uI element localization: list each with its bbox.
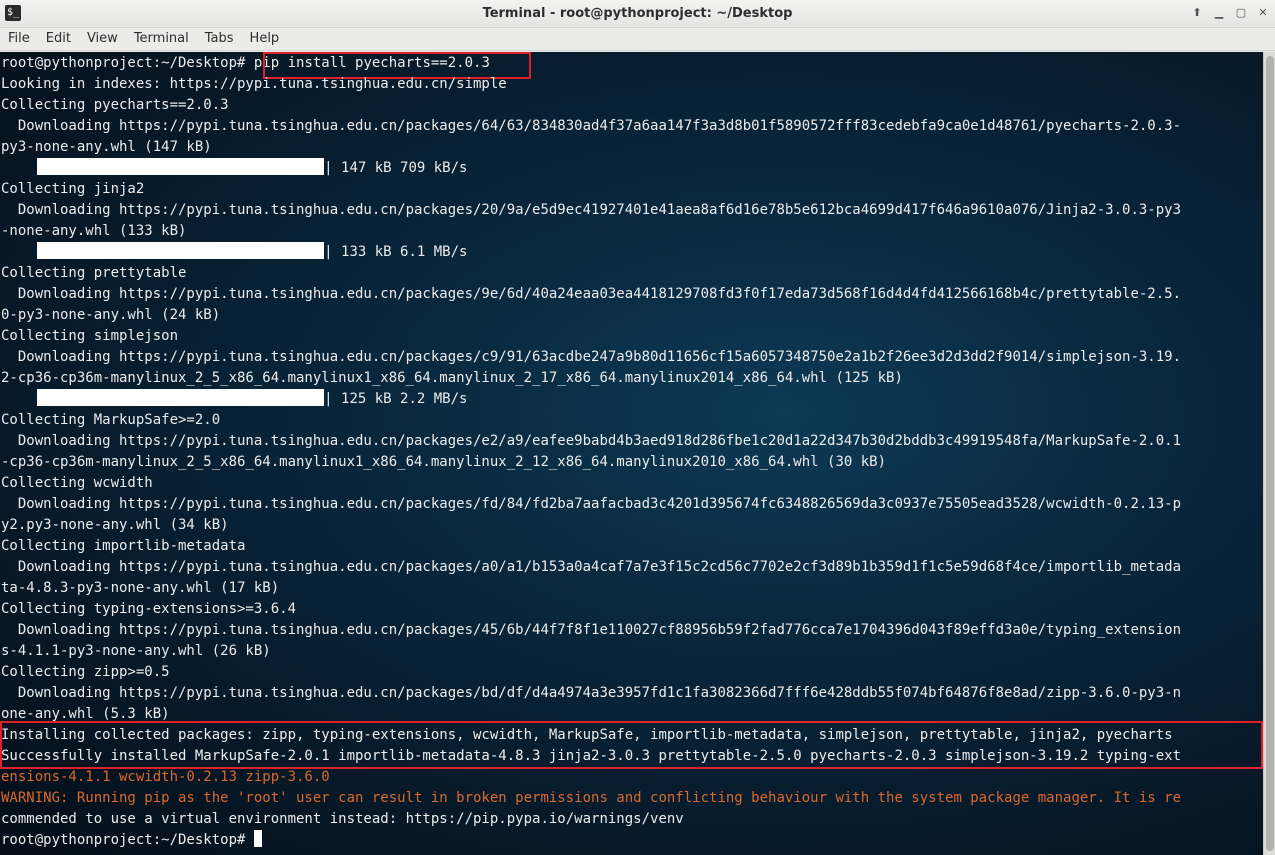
output-line: Collecting simplejson bbox=[1, 328, 179, 344]
shell-prompt: root@pythonproject:~/Desktop# bbox=[1, 832, 246, 848]
output-line: Downloading https://pypi.tuna.tsinghua.e… bbox=[1, 685, 1182, 701]
terminal-output-area[interactable]: root@pythonproject:~/Desktop# pip instal… bbox=[0, 52, 1263, 855]
output-line: Downloading https://pypi.tuna.tsinghua.e… bbox=[1, 559, 1182, 575]
output-line: Downloading https://pypi.tuna.tsinghua.e… bbox=[1, 433, 1182, 449]
progress-bar bbox=[37, 389, 325, 406]
output-line: -none-any.whl (133 kB) bbox=[1, 223, 187, 239]
progress-bar bbox=[37, 242, 325, 259]
scrollbar-thumb[interactable] bbox=[1266, 56, 1274, 851]
menu-tabs[interactable]: Tabs bbox=[197, 28, 242, 50]
output-line: Collecting pyecharts==2.0.3 bbox=[1, 97, 229, 113]
final-prompt-line: root@pythonproject:~/Desktop# bbox=[1, 830, 262, 851]
output-line: -cp36-cp36m-manylinux_2_5_x86_64.manylin… bbox=[1, 454, 887, 470]
warning-line: ensions-4.1.1 wcwidth-0.2.13 zipp-3.6.0 bbox=[1, 769, 330, 785]
window-title: Terminal - root@pythonproject: ~/Desktop bbox=[482, 6, 793, 21]
menu-bar: File Edit View Terminal Tabs Help bbox=[0, 28, 1275, 51]
output-line: Downloading https://pypi.tuna.tsinghua.e… bbox=[1, 622, 1182, 638]
success-highlight-box bbox=[0, 721, 1263, 769]
output-line: Collecting typing-extensions>=3.6.4 bbox=[1, 601, 297, 617]
text-cursor bbox=[253, 830, 262, 847]
progress-bar bbox=[37, 158, 325, 175]
output-line: Downloading https://pypi.tuna.tsinghua.e… bbox=[1, 349, 1182, 365]
menu-edit[interactable]: Edit bbox=[38, 28, 79, 50]
output-line: s-4.1.1-py3-none-any.whl (26 kB) bbox=[1, 643, 271, 659]
progress-text: | 147 kB 709 kB/s bbox=[324, 160, 468, 176]
output-line: Looking in indexes: https://pypi.tuna.ts… bbox=[1, 76, 507, 92]
output-line: ta-4.8.3-py3-none-any.whl (17 kB) bbox=[1, 580, 280, 596]
window-controls: ⬆ ▁ ▢ ✕ bbox=[1189, 5, 1271, 21]
title-bar[interactable]: $_ Terminal - root@pythonproject: ~/Desk… bbox=[0, 0, 1275, 28]
menu-view[interactable]: View bbox=[79, 28, 126, 50]
output-line: Collecting wcwidth bbox=[1, 475, 153, 491]
output-line: py3-none-any.whl (147 kB) bbox=[1, 139, 212, 155]
shell-prompt: root@pythonproject:~/Desktop# bbox=[1, 55, 246, 71]
minimize-icon[interactable]: ▁ bbox=[1211, 5, 1227, 21]
warning-line: WARNING: Running pip as the 'root' user … bbox=[1, 790, 1182, 806]
output-line: 0-py3-none-any.whl (24 kB) bbox=[1, 307, 221, 323]
menu-help[interactable]: Help bbox=[242, 28, 288, 50]
menu-terminal[interactable]: Terminal bbox=[126, 28, 197, 50]
progress-text: | 133 kB 6.1 MB/s bbox=[324, 244, 468, 260]
output-line: commended to use a virtual environment i… bbox=[1, 811, 684, 827]
vertical-scrollbar[interactable] bbox=[1263, 52, 1275, 855]
output-line: Downloading https://pypi.tuna.tsinghua.e… bbox=[1, 202, 1182, 218]
menu-file[interactable]: File bbox=[0, 28, 38, 50]
up-icon[interactable]: ⬆ bbox=[1189, 5, 1205, 21]
output-line: y2.py3-none-any.whl (34 kB) bbox=[1, 517, 229, 533]
download-progress-line: | 133 kB 6.1 MB/s bbox=[1, 242, 467, 263]
terminal-window: $_ Terminal - root@pythonproject: ~/Desk… bbox=[0, 0, 1275, 855]
progress-text: | 125 kB 2.2 MB/s bbox=[324, 391, 468, 407]
output-line: Downloading https://pypi.tuna.tsinghua.e… bbox=[1, 496, 1182, 512]
output-line: Downloading https://pypi.tuna.tsinghua.e… bbox=[1, 118, 1182, 134]
output-line: Collecting MarkupSafe>=2.0 bbox=[1, 412, 221, 428]
output-line: Downloading https://pypi.tuna.tsinghua.e… bbox=[1, 286, 1182, 302]
download-progress-line: | 147 kB 709 kB/s bbox=[1, 158, 467, 179]
maximize-icon[interactable]: ▢ bbox=[1233, 5, 1249, 21]
output-line: 2-cp36-cp36m-manylinux_2_5_x86_64.manyli… bbox=[1, 370, 903, 386]
output-line: Collecting zipp>=0.5 bbox=[1, 664, 170, 680]
output-line: Collecting importlib-metadata bbox=[1, 538, 246, 554]
output-line: Collecting jinja2 bbox=[1, 181, 145, 197]
output-line: Collecting prettytable bbox=[1, 265, 187, 281]
close-icon[interactable]: ✕ bbox=[1255, 5, 1271, 21]
download-progress-line: | 125 kB 2.2 MB/s bbox=[1, 389, 467, 410]
